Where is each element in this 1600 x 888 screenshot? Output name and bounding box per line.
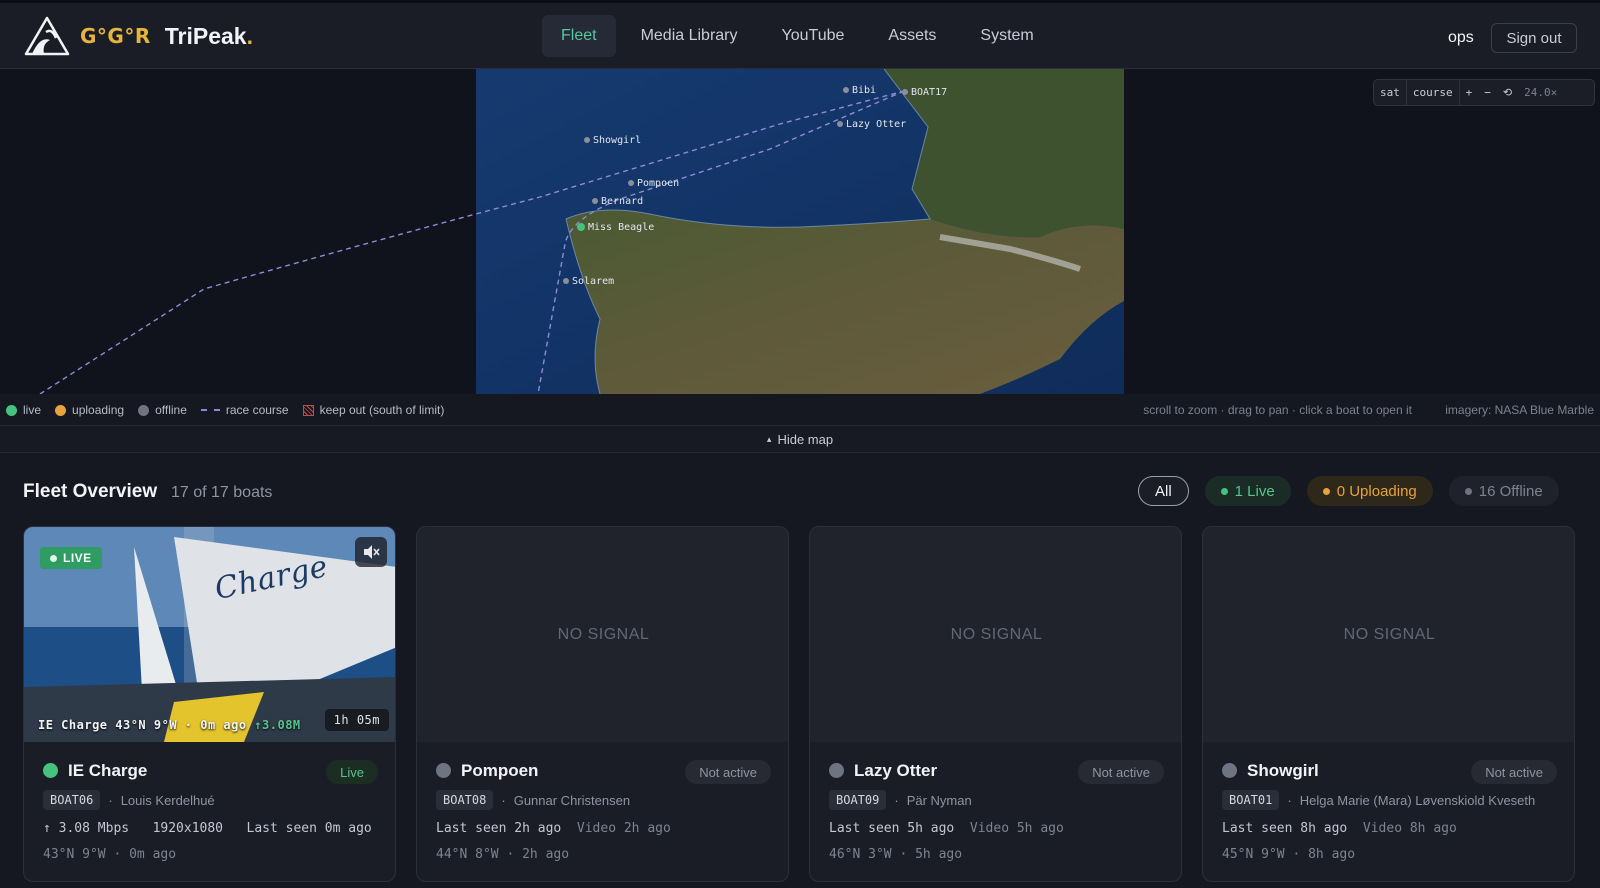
map-canvas[interactable] [0,69,1600,394]
map-legend: live uploading offline race course keep … [0,394,1600,426]
tab-fleet[interactable]: Fleet [542,15,616,57]
boat-position: 46°N 3°W · 5h ago [829,847,963,862]
status-dot-offline [1222,763,1237,778]
tab-youtube[interactable]: YouTube [763,15,864,57]
last-seen: Last seen 5h ago Video 5h ago [829,821,1064,836]
boat-position: 44°N 8°W · 2h ago [436,847,570,862]
tab-media-library[interactable]: Media Library [622,15,757,57]
boat-card[interactable]: NO SIGNAL Pompoen Not active BOAT08 · Gu… [416,526,789,882]
boat-name: Showgirl [1247,761,1319,780]
boat-id: BOAT09 [829,790,887,810]
mute-icon[interactable] [355,537,387,567]
logo-mark-icon [24,16,70,56]
fleet-count: 17 of 17 boats [171,484,273,501]
zoom-level: 24.0× [1524,86,1558,99]
map-boat-marker-live[interactable]: Miss Beagle [577,222,654,233]
map-boat-marker[interactable]: Solarem [563,276,614,287]
stream-duration: 1h 05m [324,709,389,731]
legend-keep-out: keep out (south of limit) [302,403,444,417]
boat-card[interactable]: NO SIGNAL Showgirl Not active BOAT01 · H… [1202,526,1575,882]
status-dot-live [43,763,58,778]
video-overlay-info: IE Charge 43°N 9°W · 0m ago ↑3.08M [38,718,301,732]
tab-assets[interactable]: Assets [869,15,955,57]
filter-offline[interactable]: 16 Offline [1448,476,1559,506]
filter-all[interactable]: All [1138,476,1189,506]
course-toggle[interactable]: course [1407,86,1459,99]
map-controls: sat course + − ⟲ 24.0× [1373,79,1595,106]
sat-toggle[interactable]: sat [1374,86,1406,99]
brand[interactable]: G°G°R TriPeak. [22,14,253,58]
hide-map-button[interactable]: ▴ Hide map [0,426,1600,453]
boat-name: Pompoen [461,761,539,780]
map-boat-marker[interactable]: Bibi [843,85,876,96]
skipper-name: Louis Kerdelhué [120,792,215,808]
last-seen: Last seen 8h ago Video 8h ago [1222,821,1457,836]
map-boat-marker[interactable]: Showgirl [584,135,641,146]
no-signal-video: NO SIGNAL [417,527,788,742]
map-hint: scroll to zoom · drag to pan · click a b… [1143,403,1412,417]
fleet-map[interactable]: Bibi BOAT17 Lazy Otter Showgirl Pompoen … [0,69,1600,394]
map-boat-marker[interactable]: Lazy Otter [837,119,906,130]
legend-race-course: race course [200,403,289,417]
map-boat-marker[interactable]: Bernard [592,196,643,207]
status-badge: Not active [1078,760,1164,784]
skipper-name: Pär Nyman [906,792,972,808]
status-badge: Not active [1471,760,1557,784]
live-video-feed[interactable]: Charge LIVE IE Charge 43°N 9°W · 0m ago … [24,527,395,742]
fleet-overview-title: Fleet Overview [23,481,158,502]
legend-offline: offline [138,403,187,417]
brand-name: TriPeak. [164,22,253,49]
boat-position: 45°N 9°W · 8h ago [1222,847,1356,862]
zoom-out-button[interactable]: − [1478,86,1497,99]
map-boat-marker[interactable]: Pompoen [628,178,679,189]
caret-up-icon: ▴ [766,433,772,444]
boat-name: Lazy Otter [854,761,938,780]
status-dot-offline [829,763,844,778]
live-badge: LIVE [40,547,102,569]
status-badge: Live [326,760,378,784]
brand-prefix: G°G°R [80,24,151,48]
boat-card[interactable]: NO SIGNAL Lazy Otter Not active BOAT09 ·… [809,526,1182,882]
user-name: ops [1448,29,1474,46]
map-boat-marker[interactable]: BOAT17 [902,87,947,98]
boat-position: 43°N 9°W · 0m ago [43,847,177,862]
main-nav: Fleet Media Library YouTube Assets Syste… [542,15,1053,57]
stream-stats: ↑ 3.08 Mbps 1920x1080 Last seen 0m ago [43,821,372,836]
boat-id: BOAT01 [1222,790,1280,810]
skipper-name: Helga Marie (Mara) Løvenskiold Kveseth [1299,792,1536,808]
last-seen: Last seen 2h ago Video 2h ago [436,821,671,836]
status-dot-offline [436,763,451,778]
skipper-name: Gunnar Christensen [513,792,631,808]
legend-live: live [6,403,41,417]
top-bar: G°G°R TriPeak. Fleet Media Library YouTu… [0,0,1600,69]
status-badge: Not active [685,760,771,784]
iberia-landmass [566,210,1124,394]
filter-uploading[interactable]: 0 Uploading [1306,476,1433,506]
status-filters: All 1 Live 0 Uploading 16 Offline [1138,476,1559,506]
boat-name: IE Charge [68,761,148,780]
reset-view-icon[interactable]: ⟲ [1497,86,1518,99]
no-signal-video: NO SIGNAL [1203,527,1574,742]
imagery-credit: imagery: NASA Blue Marble [1445,403,1594,417]
boat-id: BOAT08 [436,790,494,810]
boat-id: BOAT06 [43,790,101,810]
legend-uploading: uploading [55,403,124,417]
boat-card[interactable]: Charge LIVE IE Charge 43°N 9°W · 0m ago … [23,526,396,882]
tab-system[interactable]: System [961,15,1052,57]
filter-live[interactable]: 1 Live [1204,476,1291,506]
sign-out-button[interactable]: Sign out [1491,23,1577,53]
no-signal-video: NO SIGNAL [810,527,1181,742]
zoom-in-button[interactable]: + [1460,86,1479,99]
